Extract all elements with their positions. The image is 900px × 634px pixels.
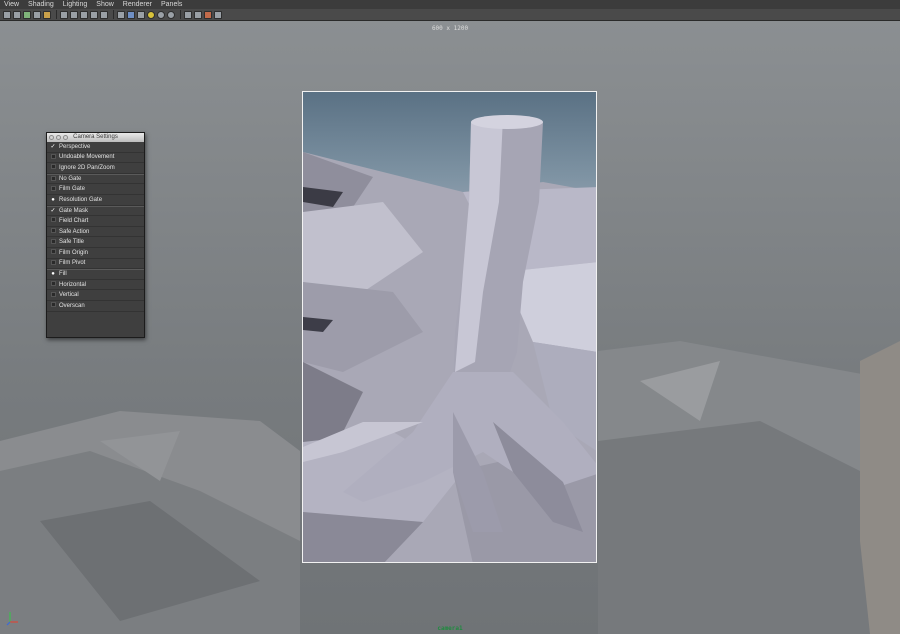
option-undoable-movement[interactable]: Undoable Movement <box>47 153 144 164</box>
image-plane-icon[interactable] <box>23 10 31 19</box>
film-gate-icon[interactable] <box>43 10 51 19</box>
checkbox-icon <box>47 175 59 183</box>
option-label: Film Gate <box>59 186 86 193</box>
smooth-shade-icon[interactable] <box>127 10 135 19</box>
option-no-gate[interactable]: No Gate <box>47 173 144 185</box>
option-resolution-gate[interactable]: ● Resolution Gate <box>47 195 144 206</box>
option-overscan[interactable]: Overscan <box>47 301 144 312</box>
textured-icon[interactable] <box>137 10 145 19</box>
panel-menubar: View Shading Lighting Show Renderer Pane… <box>0 0 900 9</box>
ambient-occlusion-icon[interactable] <box>167 10 175 19</box>
field-chart-icon[interactable] <box>80 10 88 19</box>
toolbar-divider <box>56 10 57 19</box>
wireframe-icon[interactable] <box>117 10 125 19</box>
checkbox-icon <box>47 281 59 288</box>
menu-panels[interactable]: Panels <box>157 0 187 9</box>
camera-name-label: camera1 <box>437 625 463 632</box>
checkbox-icon <box>47 302 59 309</box>
isolate-icon[interactable] <box>194 10 202 19</box>
option-label: Fill <box>59 271 67 278</box>
motion-blur-icon[interactable] <box>184 10 192 19</box>
camera-options-list: ✓ Perspective Undoable Movement Ignore 2D P… <box>47 142 144 312</box>
camera-icon[interactable] <box>3 10 11 19</box>
toolbar-divider <box>113 10 114 19</box>
option-label: Safe Action <box>59 228 90 235</box>
safe-title-icon[interactable] <box>100 10 108 19</box>
option-safe-title[interactable]: Safe Title <box>47 237 144 248</box>
checkbox-icon <box>47 291 59 299</box>
shadows-icon[interactable] <box>157 10 165 19</box>
menu-show[interactable]: Show <box>92 0 119 9</box>
resolution-gate-icon[interactable] <box>60 10 68 19</box>
checkbox-icon <box>47 217 59 224</box>
tree-stump-model <box>303 115 596 562</box>
option-ignore-2d-pan-zoom[interactable]: Ignore 2D Pan/Zoom <box>47 163 144 174</box>
option-label: Safe Title <box>59 239 85 246</box>
option-film-pivot[interactable]: Film Pivot <box>47 259 144 270</box>
option-field-chart[interactable]: Field Chart <box>47 216 144 227</box>
menu-renderer[interactable]: Renderer <box>119 0 157 9</box>
gate-mask-icon[interactable] <box>70 10 78 19</box>
menu-shading[interactable]: Shading <box>24 0 59 9</box>
checkbox-icon <box>47 238 59 246</box>
xray-icon[interactable] <box>204 10 212 19</box>
checkbox-icon <box>47 228 59 235</box>
option-label: Overscan <box>59 302 85 309</box>
option-label: No Gate <box>59 176 82 183</box>
option-gate-mask[interactable]: ✓ Gate Mask <box>47 205 144 217</box>
checkmark-icon: ✓ <box>50 144 56 151</box>
option-film-gate[interactable]: Film Gate <box>47 184 144 195</box>
option-film-origin[interactable]: Film Origin <box>47 248 144 259</box>
option-label: Ignore 2D Pan/Zoom <box>59 164 115 171</box>
option-label: Film Origin <box>59 249 89 256</box>
checkbox-icon <box>47 153 59 161</box>
option-safe-action[interactable]: Safe Action <box>47 227 144 238</box>
camera-settings-panel[interactable]: Camera Settings ✓ Perspective Undoable Mov… <box>46 132 145 338</box>
radio-dot-icon: ● <box>51 271 55 278</box>
perspective-viewport[interactable]: 600 x 1200 Camera Settings ✓ Perspective… <box>0 21 900 634</box>
option-label: Vertical <box>59 292 79 299</box>
bookmark-icon[interactable] <box>13 10 21 19</box>
panel-titlebar[interactable]: Camera Settings <box>47 133 144 142</box>
resolution-label: 600 x 1200 <box>431 25 469 32</box>
option-perspective[interactable]: ✓ Perspective <box>47 142 144 153</box>
checkbox-icon <box>47 259 59 267</box>
checkmark-icon: ✓ <box>50 208 56 215</box>
option-label: Resolution Gate <box>59 196 103 203</box>
option-fill[interactable]: ● Fill <box>47 269 144 280</box>
menu-lighting[interactable]: Lighting <box>59 0 93 9</box>
panel-toolbar <box>0 9 900 21</box>
lights-icon[interactable] <box>147 10 155 19</box>
resolution-gate <box>302 91 597 563</box>
panel-title: Camera Settings <box>73 134 118 140</box>
axis-gizmo-icon <box>6 612 18 626</box>
option-label: Undoable Movement <box>59 154 115 161</box>
toolbar-divider <box>180 10 181 19</box>
option-label: Film Pivot <box>59 260 86 267</box>
option-label: Field Chart <box>59 217 89 224</box>
xray-joints-icon[interactable] <box>214 10 222 19</box>
radio-dot-icon: ● <box>51 196 55 203</box>
checkbox-icon <box>47 249 59 256</box>
option-horizontal[interactable]: Horizontal <box>47 280 144 291</box>
checkbox-icon <box>47 164 59 171</box>
option-label: Gate Mask <box>59 207 89 214</box>
option-label: Perspective <box>59 143 91 150</box>
checkbox-icon <box>47 185 59 193</box>
menu-view[interactable]: View <box>0 0 24 9</box>
camera-attributes-icon[interactable] <box>33 10 41 19</box>
option-vertical[interactable]: Vertical <box>47 290 144 301</box>
option-label: Horizontal <box>59 281 87 288</box>
safe-action-icon[interactable] <box>90 10 98 19</box>
